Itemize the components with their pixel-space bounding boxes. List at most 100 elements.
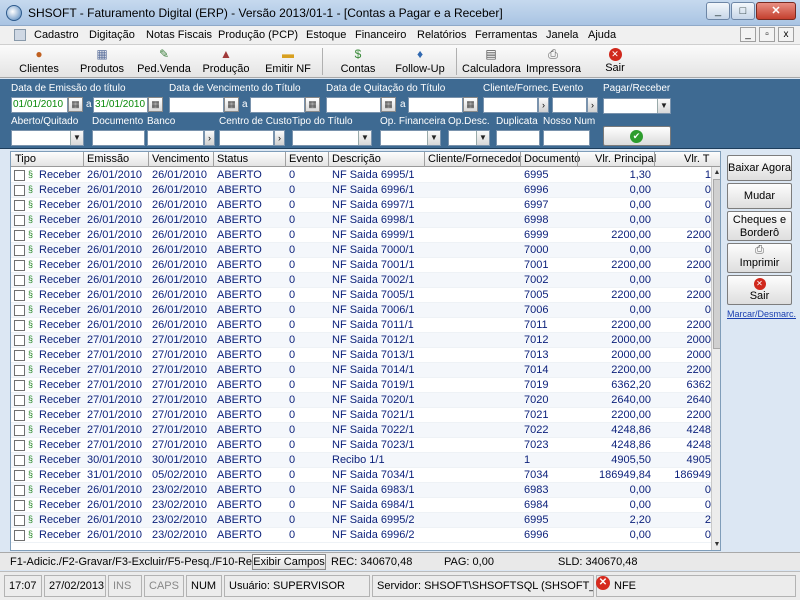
row-checkbox[interactable] — [14, 245, 25, 256]
toolbar-followup-button[interactable]: ♦ Follow-Up — [392, 45, 448, 78]
row-checkbox[interactable] — [14, 515, 25, 526]
calendar-icon[interactable]: ▦ — [68, 97, 83, 112]
scroll-thumb[interactable] — [713, 179, 720, 349]
menu-producao[interactable]: Produção (PCP) — [218, 29, 298, 41]
column-header-documento[interactable]: Documento — [524, 153, 580, 165]
vencimento-to-input[interactable] — [250, 97, 305, 113]
table-row[interactable]: § Receber 26/01/2010 23/02/2010 ABERTO 0 NF Sa… — [11, 528, 711, 543]
exibir-campos-button[interactable]: Exibir Campos — [252, 554, 326, 570]
row-checkbox[interactable] — [14, 365, 25, 376]
row-checkbox[interactable] — [14, 470, 25, 481]
calendar-icon[interactable]: ▦ — [305, 97, 320, 112]
row-checkbox[interactable] — [14, 380, 25, 391]
table-row[interactable]: § Receber 27/01/2010 27/01/2010 ABERTO 0 NF Sa… — [11, 363, 711, 378]
cliente-input[interactable] — [483, 97, 538, 113]
mudar-status-button[interactable]: Mudar Status — [727, 183, 792, 226]
toolbar-contas-button[interactable]: $ Contas — [336, 45, 380, 78]
row-checkbox[interactable] — [14, 425, 25, 436]
child-window-icon[interactable] — [14, 29, 26, 41]
op-financeira-select[interactable]: ▼ — [380, 130, 441, 146]
column-header-emissao[interactable]: Emissão — [87, 153, 129, 165]
toolbar-sair-button[interactable]: ✕ Sair — [600, 45, 630, 78]
row-checkbox[interactable] — [14, 500, 25, 511]
row-checkbox[interactable] — [14, 530, 25, 541]
column-header-cliente[interactable]: Cliente/Fornecedor — [428, 153, 522, 165]
grid-vertical-scrollbar[interactable]: ▲ ▼ — [711, 167, 720, 550]
documento-input[interactable] — [92, 130, 145, 146]
aberto-quitado-select[interactable]: ▼ — [11, 130, 84, 146]
row-checkbox[interactable] — [14, 395, 25, 406]
banco-lookup-button[interactable]: › — [204, 130, 215, 146]
toolbar-pedvenda-button[interactable]: ✎ Ped.Venda — [136, 45, 192, 78]
table-row[interactable]: § Receber 27/01/2010 27/01/2010 ABERTO 0 NF Sa… — [11, 333, 711, 348]
table-row[interactable]: § Receber 31/01/2010 05/02/2010 ABERTO 0 NF Sa… — [11, 468, 711, 483]
menu-financeiro[interactable]: Financeiro — [355, 29, 406, 41]
row-checkbox[interactable] — [14, 230, 25, 241]
cliente-lookup-button[interactable]: › — [538, 97, 549, 113]
row-checkbox[interactable] — [14, 335, 25, 346]
emissao-from-input[interactable]: 01/01/2010 — [11, 97, 68, 113]
tipo-titulo-select[interactable]: ▼ — [292, 130, 372, 146]
column-header-evento[interactable]: Evento — [289, 153, 323, 165]
table-row[interactable]: § Receber 27/01/2010 27/01/2010 ABERTO 0 NF Sa… — [11, 348, 711, 363]
mdi-minimize-button[interactable]: _ — [740, 27, 756, 42]
marcar-desmarcar-link[interactable]: Marcar/Desmarc. — [727, 309, 797, 319]
toolbar-emitirnf-button[interactable]: ▬ Emitir NF — [262, 45, 314, 78]
table-row[interactable]: § Receber 27/01/2010 27/01/2010 ABERTO 0 NF Sa… — [11, 378, 711, 393]
menu-relatorios[interactable]: Relatórios — [417, 29, 467, 41]
table-row[interactable]: § Receber 27/01/2010 27/01/2010 ABERTO 0 NF Sa… — [11, 438, 711, 453]
table-row[interactable]: § Receber 26/01/2010 26/01/2010 ABERTO 0 NF Sa… — [11, 243, 711, 258]
row-checkbox[interactable] — [14, 410, 25, 421]
table-row[interactable]: § Receber 27/01/2010 27/01/2010 ABERTO 0 NF Sa… — [11, 423, 711, 438]
menu-janela[interactable]: Janela — [546, 29, 578, 41]
centro-custo-lookup-button[interactable]: › — [274, 130, 285, 146]
close-window-button[interactable]: ✕ — [756, 2, 796, 20]
table-row[interactable]: § Receber 26/01/2010 26/01/2010 ABERTO 0 NF Sa… — [11, 303, 711, 318]
row-checkbox[interactable] — [14, 350, 25, 361]
row-checkbox[interactable] — [14, 455, 25, 466]
centro-custo-input[interactable] — [219, 130, 274, 146]
calendar-icon[interactable]: ▦ — [381, 97, 396, 112]
column-header-vlr-principal[interactable]: Vlr. Principal — [595, 153, 656, 165]
menu-estoque[interactable]: Estoque — [306, 29, 346, 41]
row-checkbox[interactable] — [14, 200, 25, 211]
row-checkbox[interactable] — [14, 290, 25, 301]
calendar-icon[interactable]: ▦ — [224, 97, 239, 112]
row-checkbox[interactable] — [14, 215, 25, 226]
toolbar-produtos-button[interactable]: ▦ Produtos — [76, 45, 128, 78]
search-ok-button[interactable]: ✔ — [603, 126, 671, 146]
row-checkbox[interactable] — [14, 485, 25, 496]
pagar-receber-select[interactable]: ▼ — [603, 98, 671, 114]
banco-input[interactable] — [147, 130, 204, 146]
column-header-status[interactable]: Status — [217, 153, 248, 165]
nosso-num-input[interactable] — [543, 130, 590, 146]
table-row[interactable]: § Receber 26/01/2010 23/02/2010 ABERTO 0 NF Sa… — [11, 498, 711, 513]
toolbar-producao-button[interactable]: ▲ Produção — [200, 45, 252, 78]
minimize-button[interactable]: _ — [706, 2, 730, 20]
row-checkbox[interactable] — [14, 305, 25, 316]
calendar-icon[interactable]: ▦ — [463, 97, 478, 112]
table-row[interactable]: § Receber 26/01/2010 23/02/2010 ABERTO 0 NF Sa… — [11, 483, 711, 498]
table-row[interactable]: § Receber 27/01/2010 27/01/2010 ABERTO 0 NF Sa… — [11, 408, 711, 423]
mdi-close-button[interactable]: x — [778, 27, 794, 42]
sair-button[interactable]: ✕ Sair — [727, 275, 792, 305]
menu-cadastro[interactable]: Cadastro — [34, 29, 79, 41]
evento-input[interactable] — [552, 97, 587, 113]
row-checkbox[interactable] — [14, 260, 25, 271]
table-row[interactable]: § Receber 26/01/2010 23/02/2010 ABERTO 0 NF Sa… — [11, 513, 711, 528]
toolbar-calculadora-button[interactable]: ▤ Calculadora — [462, 45, 521, 78]
table-row[interactable]: § Receber 30/01/2010 30/01/2010 ABERTO 0 Recib… — [11, 453, 711, 468]
toolbar-clientes-button[interactable]: ● Clientes — [14, 45, 64, 78]
row-checkbox[interactable] — [14, 440, 25, 451]
row-checkbox[interactable] — [14, 170, 25, 181]
table-row[interactable]: § Receber 26/01/2010 26/01/2010 ABERTO 0 NF Sa… — [11, 183, 711, 198]
table-row[interactable]: § Receber 26/01/2010 26/01/2010 ABERTO 0 NF Sa… — [11, 213, 711, 228]
row-checkbox[interactable] — [14, 275, 25, 286]
menu-digitacao[interactable]: Digitação — [89, 29, 135, 41]
baixar-agora-button[interactable]: Baixar Agora — [727, 155, 792, 181]
imprimir-button[interactable]: ⎙ Imprimir — [727, 243, 792, 273]
scroll-up-icon[interactable]: ▲ — [712, 167, 720, 178]
table-row[interactable]: § Receber 26/01/2010 26/01/2010 ABERTO 0 NF Sa… — [11, 288, 711, 303]
calendar-icon[interactable]: ▦ — [148, 97, 163, 112]
row-checkbox[interactable] — [14, 320, 25, 331]
